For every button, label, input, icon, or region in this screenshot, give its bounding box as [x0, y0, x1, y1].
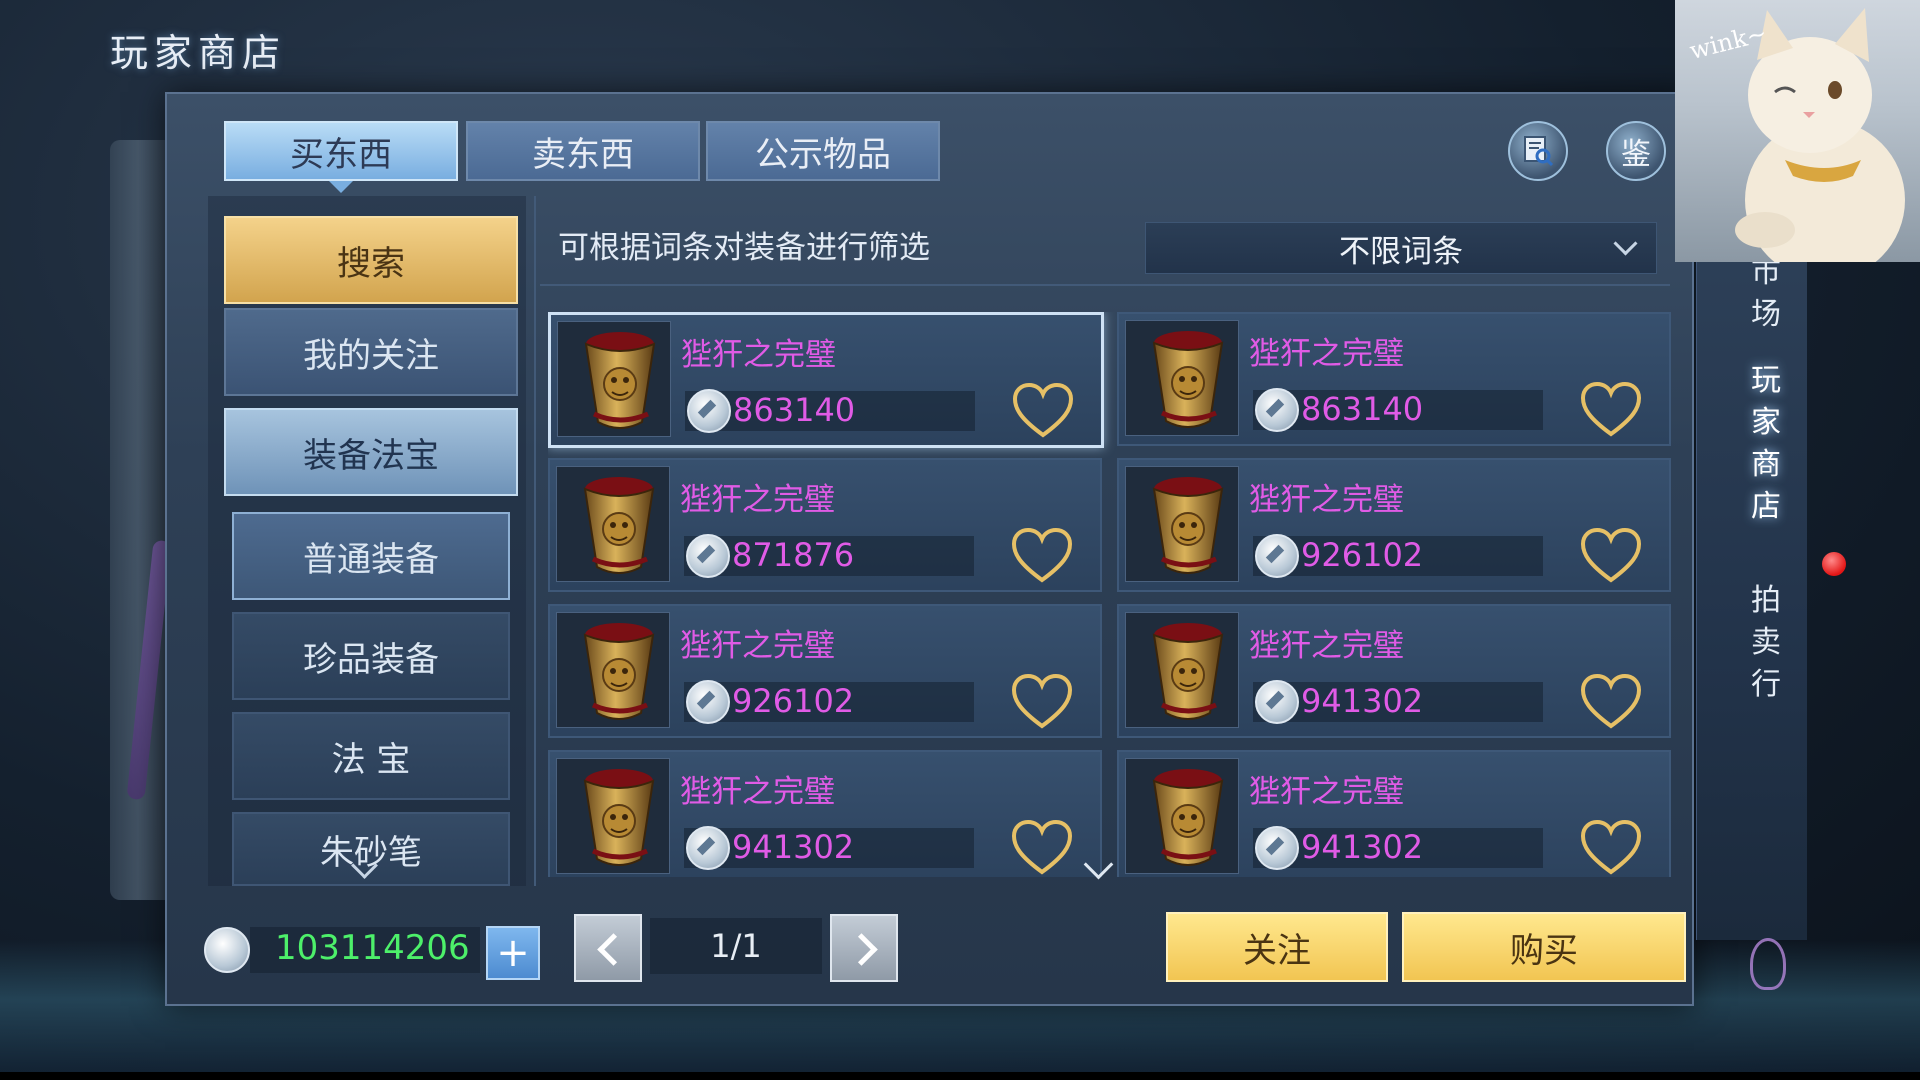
chevron-down-icon	[1613, 231, 1638, 256]
currency-coin-icon	[687, 389, 731, 433]
column-divider	[534, 196, 536, 886]
add-currency-button[interactable]: +	[486, 926, 540, 980]
inspect-button[interactable]: 鉴	[1606, 121, 1666, 181]
item-card[interactable]: 狴犴之完璧 871876	[548, 458, 1102, 592]
favorite-heart-icon[interactable]	[1579, 818, 1643, 876]
item-price: 941302	[1301, 828, 1424, 866]
tab-sell[interactable]: 卖东西	[466, 121, 700, 181]
item-price: 863140	[1301, 390, 1424, 428]
sidebar-item-normal-equipment[interactable]: 普通装备	[232, 512, 510, 600]
item-card[interactable]: 狴犴之完璧 926102	[1117, 458, 1671, 592]
item-card[interactable]: 狴犴之完璧 926102	[548, 604, 1102, 738]
bracer-item-icon	[1125, 758, 1239, 874]
currency-coin-icon	[1255, 680, 1299, 724]
wallet-coin-icon	[204, 927, 250, 973]
item-price: 871876	[732, 536, 855, 574]
currency-coin-icon	[1255, 388, 1299, 432]
item-price: 941302	[1301, 682, 1424, 720]
bracer-item-icon	[1125, 466, 1239, 582]
item-card[interactable]: 狴犴之完璧 941302	[1117, 604, 1671, 738]
favorite-heart-icon[interactable]	[1579, 380, 1643, 438]
prev-page-button[interactable]	[574, 914, 642, 982]
bracer-item-icon	[556, 758, 670, 874]
bracer-item-icon	[556, 466, 670, 582]
tab-public-items[interactable]: 公示物品	[706, 121, 940, 181]
item-price: 941302	[732, 828, 855, 866]
follow-button[interactable]: 关注	[1166, 912, 1388, 982]
favorite-heart-icon[interactable]	[1010, 526, 1074, 584]
side-tab-player-shop[interactable]: 玩家商店	[1736, 360, 1796, 528]
search-button[interactable]: 搜索	[224, 216, 518, 304]
item-name: 狴犴之完璧	[681, 337, 836, 373]
item-name: 狴犴之完璧	[1249, 482, 1404, 518]
item-name: 狴犴之完璧	[1249, 336, 1404, 372]
affix-filter-dropdown[interactable]: 不限词条	[1145, 222, 1657, 274]
sidebar-item-cinnabar-pen[interactable]: 朱砂笔	[232, 812, 510, 886]
side-tab-auction-house[interactable]: 拍卖行	[1736, 580, 1796, 706]
bottom-bar	[0, 1072, 1920, 1080]
bracer-item-icon	[1125, 612, 1239, 728]
bracer-item-icon	[557, 321, 671, 437]
notification-dot	[1822, 552, 1846, 576]
currency-coin-icon	[1255, 534, 1299, 578]
page-indicator: 1/1	[650, 918, 822, 974]
filter-label: 可根据词条对装备进行筛选	[558, 230, 930, 266]
tab-buy[interactable]: 买东西	[224, 121, 458, 193]
item-price: 926102	[732, 682, 855, 720]
bracer-item-icon	[556, 612, 670, 728]
my-favorites-button[interactable]: 我的关注	[224, 308, 518, 396]
item-card[interactable]: 狴犴之完璧 941302	[548, 750, 1102, 877]
affix-filter-value: 不限词条	[1339, 233, 1463, 270]
item-name: 狴犴之完璧	[680, 482, 835, 518]
item-name: 狴犴之完璧	[680, 628, 835, 664]
favorite-heart-icon[interactable]	[1010, 818, 1074, 876]
bracer-item-icon	[1125, 320, 1239, 436]
favorite-heart-icon[interactable]	[1010, 672, 1074, 730]
currency-coin-icon	[1255, 826, 1299, 870]
item-card[interactable]: 狴犴之完璧 863140	[548, 312, 1104, 448]
favorite-heart-icon[interactable]	[1011, 381, 1075, 439]
filter-divider	[540, 284, 1670, 286]
chevron-right-icon	[845, 933, 878, 966]
currency-coin-icon	[686, 534, 730, 578]
buy-button[interactable]: 购买	[1402, 912, 1686, 982]
side-tab-market[interactable]: 市场	[1736, 252, 1796, 336]
favorite-heart-icon[interactable]	[1579, 672, 1643, 730]
item-price: 863140	[733, 391, 856, 429]
item-price: 926102	[1301, 536, 1424, 574]
item-name: 狴犴之完璧	[680, 774, 835, 810]
search-record-button[interactable]	[1508, 121, 1568, 181]
equipment-category-button[interactable]: 装备法宝	[224, 408, 518, 496]
currency-coin-icon	[686, 680, 730, 724]
sidebar-item-treasure[interactable]: 法 宝	[232, 712, 510, 800]
webcam-overlay: wink~	[1675, 0, 1920, 262]
screen-title: 玩家商店	[110, 31, 287, 75]
item-name: 狴犴之完璧	[1249, 628, 1404, 664]
item-card[interactable]: 狴犴之完璧 863140	[1117, 312, 1671, 446]
magnifier-icon	[1524, 136, 1554, 167]
chevron-left-icon	[597, 933, 630, 966]
item-name: 狴犴之完璧	[1249, 774, 1404, 810]
knot-decoration	[1750, 938, 1786, 990]
sidebar-item-rare-equipment[interactable]: 珍品装备	[232, 612, 510, 700]
item-grid: 狴犴之完璧 863140 狴犴之完璧 863140 狴犴之完璧 871876 狴…	[548, 312, 1673, 877]
next-page-button[interactable]	[830, 914, 898, 982]
item-card[interactable]: 狴犴之完璧 941302	[1117, 750, 1671, 877]
currency-coin-icon	[686, 826, 730, 870]
favorite-heart-icon[interactable]	[1579, 526, 1643, 584]
wallet-amount: 103114206	[275, 928, 470, 968]
